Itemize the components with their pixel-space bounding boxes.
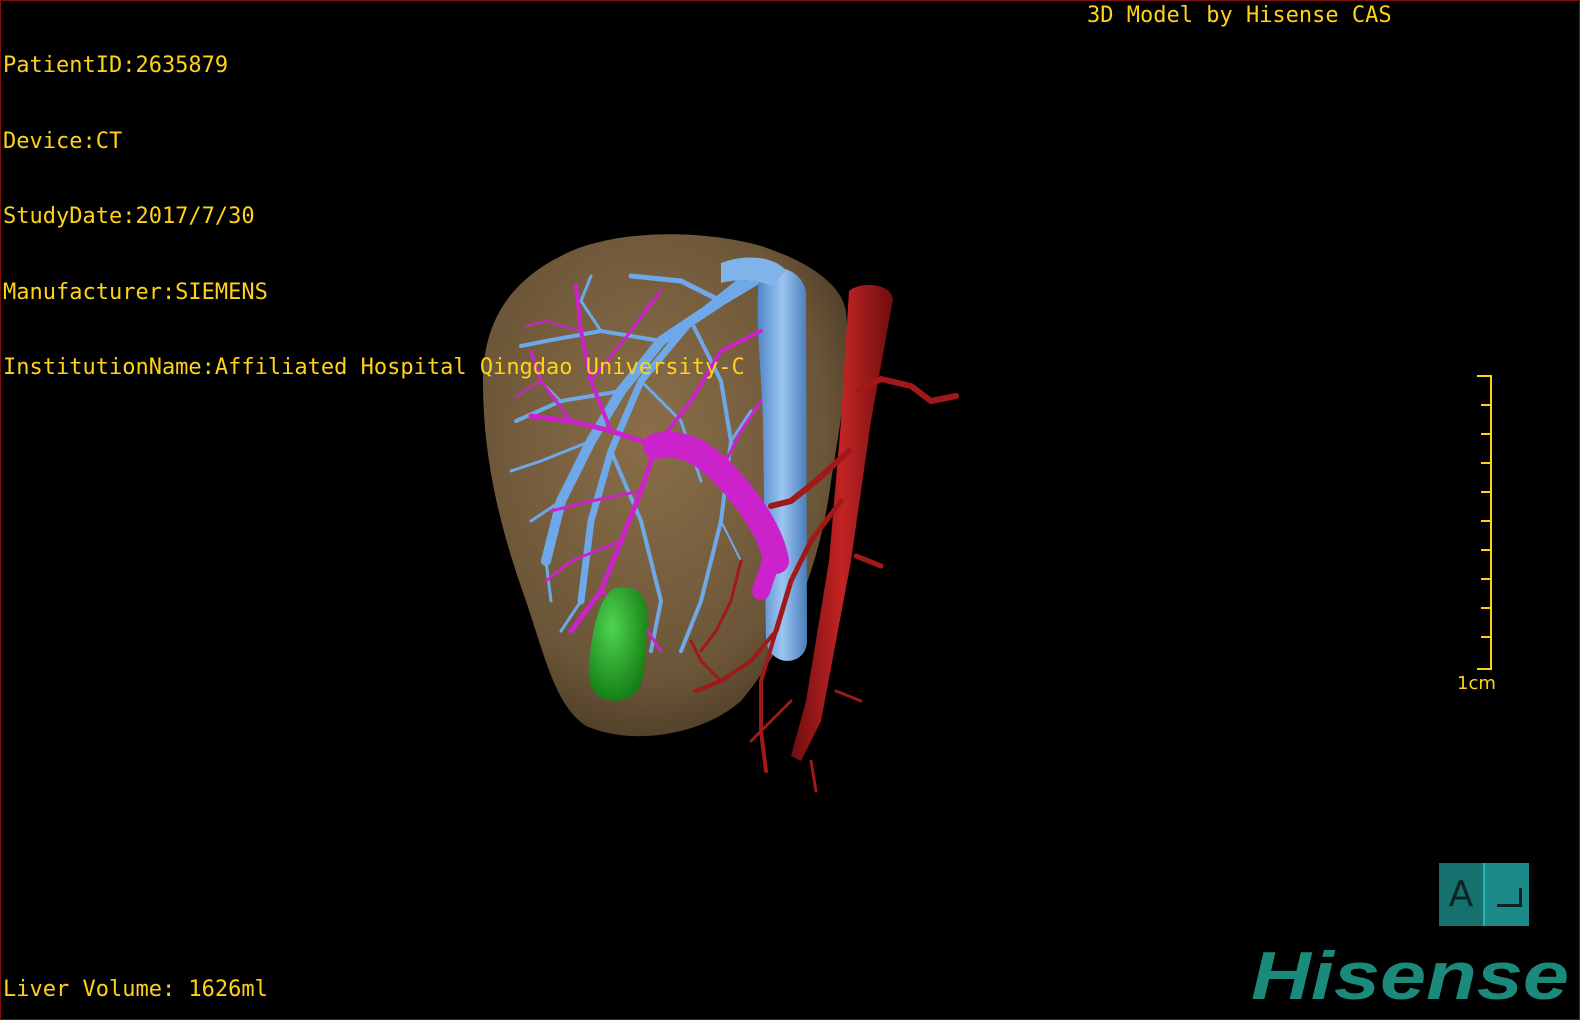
- patient-id: PatientID:2635879: [3, 53, 229, 78]
- study-date: StudyDate:2017/7/30: [3, 204, 255, 229]
- orientation-label: A: [1439, 863, 1485, 926]
- hisense-logo: Hisense: [1251, 947, 1569, 1007]
- institution-name: InstitutionName:Affiliated Hospital Qing…: [3, 355, 745, 380]
- dicom-info-panel: PatientID:2635879 Device:CT StudyDate:20…: [3, 3, 745, 431]
- model-credit: 3D Model by Hisense CAS: [1087, 3, 1392, 28]
- brand-name: Hisense: [1251, 947, 1569, 1007]
- liver-volume: Liver Volume: 1626ml: [3, 977, 268, 1002]
- scale-ruler: [1477, 375, 1492, 670]
- 3d-render-viewport[interactable]: PatientID:2635879 Device:CT StudyDate:20…: [0, 0, 1580, 1020]
- scale-label: 1cm: [1457, 673, 1496, 694]
- orientation-corner-icon: [1497, 888, 1522, 907]
- orientation-cube[interactable]: A: [1439, 863, 1529, 926]
- device: Device:CT: [3, 128, 123, 154]
- manufacturer: Manufacturer:SIEMENS: [3, 279, 268, 305]
